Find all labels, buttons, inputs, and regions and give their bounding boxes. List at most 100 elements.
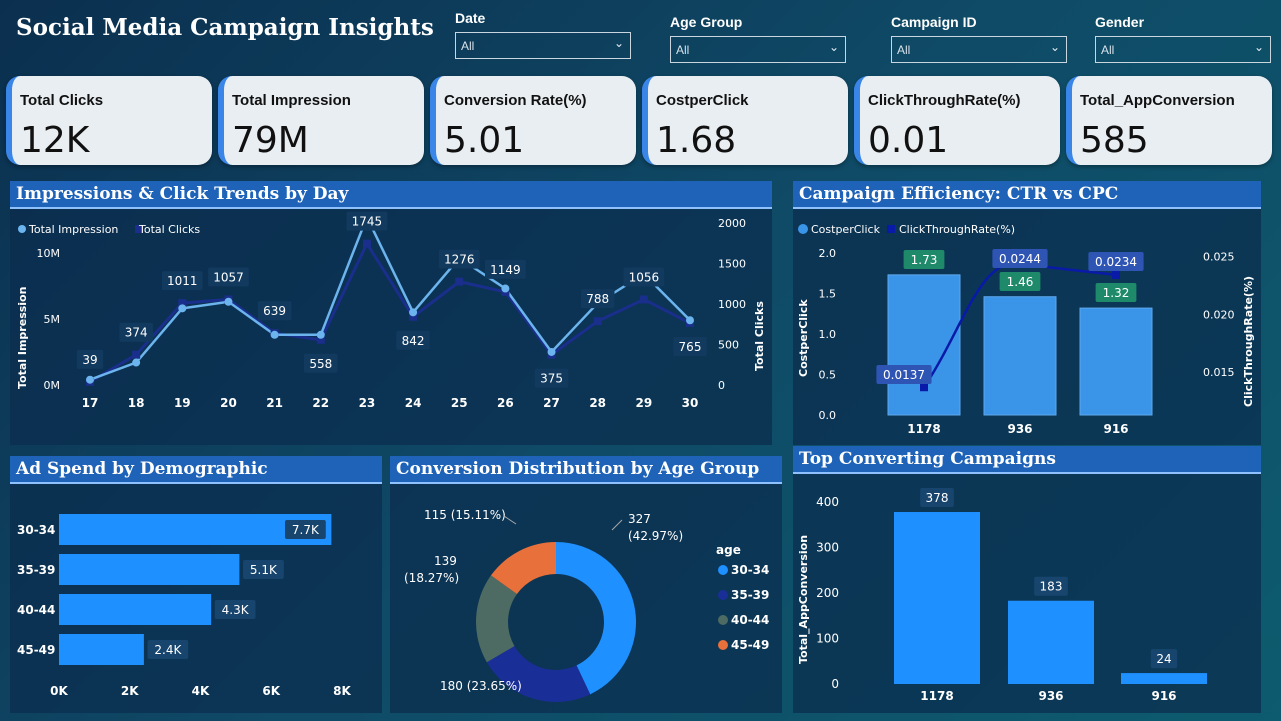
gender-slicer[interactable]: Gender All ⌄ <box>1095 14 1271 63</box>
top-campaigns-panel: Top Converting Campaigns Total_AppConver… <box>793 446 1261 713</box>
kpi-card-total-app-conversion: Total_AppConversion 585 <box>1066 76 1272 165</box>
chevron-down-icon: ⌄ <box>1253 40 1264 54</box>
conversion-data-label: 378 <box>926 491 949 505</box>
date-dropdown[interactable]: All ⌄ <box>455 32 631 59</box>
kpi-card-total-impression: Total Impression 79M <box>218 76 424 165</box>
legend-label: 45-49 <box>731 638 769 652</box>
spend-data-label: 2.4K <box>154 643 182 657</box>
age-group-slicer[interactable]: Age Group All ⌄ <box>670 14 846 63</box>
clicks-data-label: 39 <box>82 353 97 367</box>
page-title: Social Media Campaign Insights <box>16 14 434 41</box>
y2-axis-title: ClickThroughRate(%) <box>1242 276 1255 407</box>
spend-bar <box>59 594 212 625</box>
age-group-value: All <box>676 43 690 57</box>
x-tick-label: 21 <box>266 396 283 410</box>
slice-label: (42.97%) <box>628 529 683 543</box>
y-tick-label: 0.5 <box>819 369 837 382</box>
clicks-data-label: 1056 <box>629 270 660 284</box>
kpi-label: Total Clicks <box>20 92 104 109</box>
campaign-id-dropdown[interactable]: All ⌄ <box>891 36 1067 63</box>
cpc-data-label: 1.73 <box>911 253 938 267</box>
y2-tick-label: 1500 <box>718 258 746 271</box>
distribution-chart[interactable]: 327 (42.97%) 180 (23.65%) 139 (18.27%) 115 (1… <box>390 484 782 713</box>
conversion-bar <box>1008 600 1094 684</box>
legend-marker <box>718 565 728 575</box>
x-tick-label: 30 <box>682 396 699 410</box>
y2-tick-label: 2000 <box>718 217 746 230</box>
y-tick-label: 0 <box>831 677 839 691</box>
legend-label-impression: Total Impression <box>28 223 118 236</box>
y2-tick-label: 0 <box>718 379 725 392</box>
conversion-data-label: 24 <box>1156 652 1171 666</box>
kpi-value: 12K <box>20 120 90 161</box>
x-tick-label: 18 <box>128 396 145 410</box>
x-tick-label: 17 <box>82 396 99 410</box>
ctr-point <box>920 383 928 392</box>
chevron-down-icon: ⌄ <box>613 36 624 50</box>
campaign-id-slicer[interactable]: Campaign ID All ⌄ <box>891 14 1067 63</box>
x-tick-label: 27 <box>543 396 560 410</box>
kpi-label: Total Impression <box>232 92 351 109</box>
kpi-label: Total_AppConversion <box>1080 92 1235 109</box>
chevron-down-icon: ⌄ <box>828 40 839 54</box>
slice-label: 180 (23.65%) <box>440 679 522 693</box>
x-tick-label: 24 <box>405 396 422 410</box>
kpi-label: Conversion Rate(%) <box>444 92 587 109</box>
cpc-bar <box>1079 307 1153 416</box>
legend-marker-impression <box>18 225 26 233</box>
age-group-slicer-label: Age Group <box>670 14 743 30</box>
conversion-bar <box>894 512 980 684</box>
x-tick-label: 2K <box>121 684 139 698</box>
x-tick-label: 26 <box>497 396 514 410</box>
spend-data-label: 7.7K <box>292 523 320 537</box>
spend-panel: Ad Spend by Demographic 30-34 7.7K 35-39 5.… <box>10 456 382 713</box>
ctr-data-label: 0.0234 <box>1095 255 1137 269</box>
y-tick-label: 5M <box>44 313 61 326</box>
spend-data-label: 4.3K <box>222 603 250 617</box>
efficiency-chart[interactable]: CostperClick ClickThroughRate(%) CostperCl… <box>793 209 1261 445</box>
legend-marker <box>718 640 728 650</box>
x-tick-label: 1178 <box>920 689 953 703</box>
legend-label: 30-34 <box>731 563 769 577</box>
x-tick-label: 23 <box>359 396 376 410</box>
impression-point <box>178 304 187 313</box>
impression-point <box>316 330 325 339</box>
clicks-data-label: 639 <box>263 304 286 318</box>
top-campaigns-chart[interactable]: Total_AppConversion 0 100 200 300 400 1178 378 9… <box>793 474 1261 713</box>
gender-dropdown[interactable]: All ⌄ <box>1095 36 1271 63</box>
spend-chart[interactable]: 30-34 7.7K 35-39 5.1K 40-44 4.3K 45-49 2.4K 0K 2K… <box>10 484 382 713</box>
trend-panel-title: Impressions & Click Trends by Day <box>10 181 772 209</box>
kpi-card-click-through-rate: ClickThroughRate(%) 0.01 <box>854 76 1060 165</box>
x-tick-label: 1178 <box>907 422 940 436</box>
clicks-data-label: 1057 <box>213 270 244 284</box>
x-tick-label: 916 <box>1151 689 1176 703</box>
campaign-id-slicer-label: Campaign ID <box>891 14 977 30</box>
efficiency-panel-title: Campaign Efficiency: CTR vs CPC <box>793 181 1261 209</box>
age-group-dropdown[interactable]: All ⌄ <box>670 36 846 63</box>
impression-point <box>86 375 94 384</box>
y2-tick-label: 0.020 <box>1203 308 1235 321</box>
kpi-value: 1.68 <box>656 120 737 161</box>
y2-tick-label: 0.025 <box>1203 250 1235 263</box>
y-tick-label: 1.5 <box>819 288 837 301</box>
y-tick-label: 400 <box>816 495 839 509</box>
date-slicer[interactable]: Date All ⌄ <box>455 10 631 59</box>
clicks-data-label: 374 <box>125 326 148 340</box>
legend-label-ctr: ClickThroughRate(%) <box>899 223 1015 236</box>
x-tick-label: 19 <box>174 396 191 410</box>
x-tick-label: 6K <box>262 684 280 698</box>
x-tick-label: 29 <box>635 396 652 410</box>
spend-bar <box>59 634 144 665</box>
impression-point <box>547 347 556 356</box>
x-tick-label: 20 <box>220 396 237 410</box>
y2-tick-label: 1000 <box>718 298 746 311</box>
ctr-point <box>1112 270 1120 279</box>
conversion-bar <box>1121 673 1207 684</box>
ctr-data-label: 0.0137 <box>883 368 925 382</box>
y-tick-label: 10M <box>37 247 61 260</box>
spend-panel-title: Ad Spend by Demographic <box>10 456 382 484</box>
legend-marker <box>718 590 728 600</box>
slice-label: 115 (15.11%) <box>424 508 506 522</box>
trend-chart[interactable]: Total Impression Total Clicks Total Impre… <box>10 209 772 445</box>
impression-point <box>224 297 233 306</box>
